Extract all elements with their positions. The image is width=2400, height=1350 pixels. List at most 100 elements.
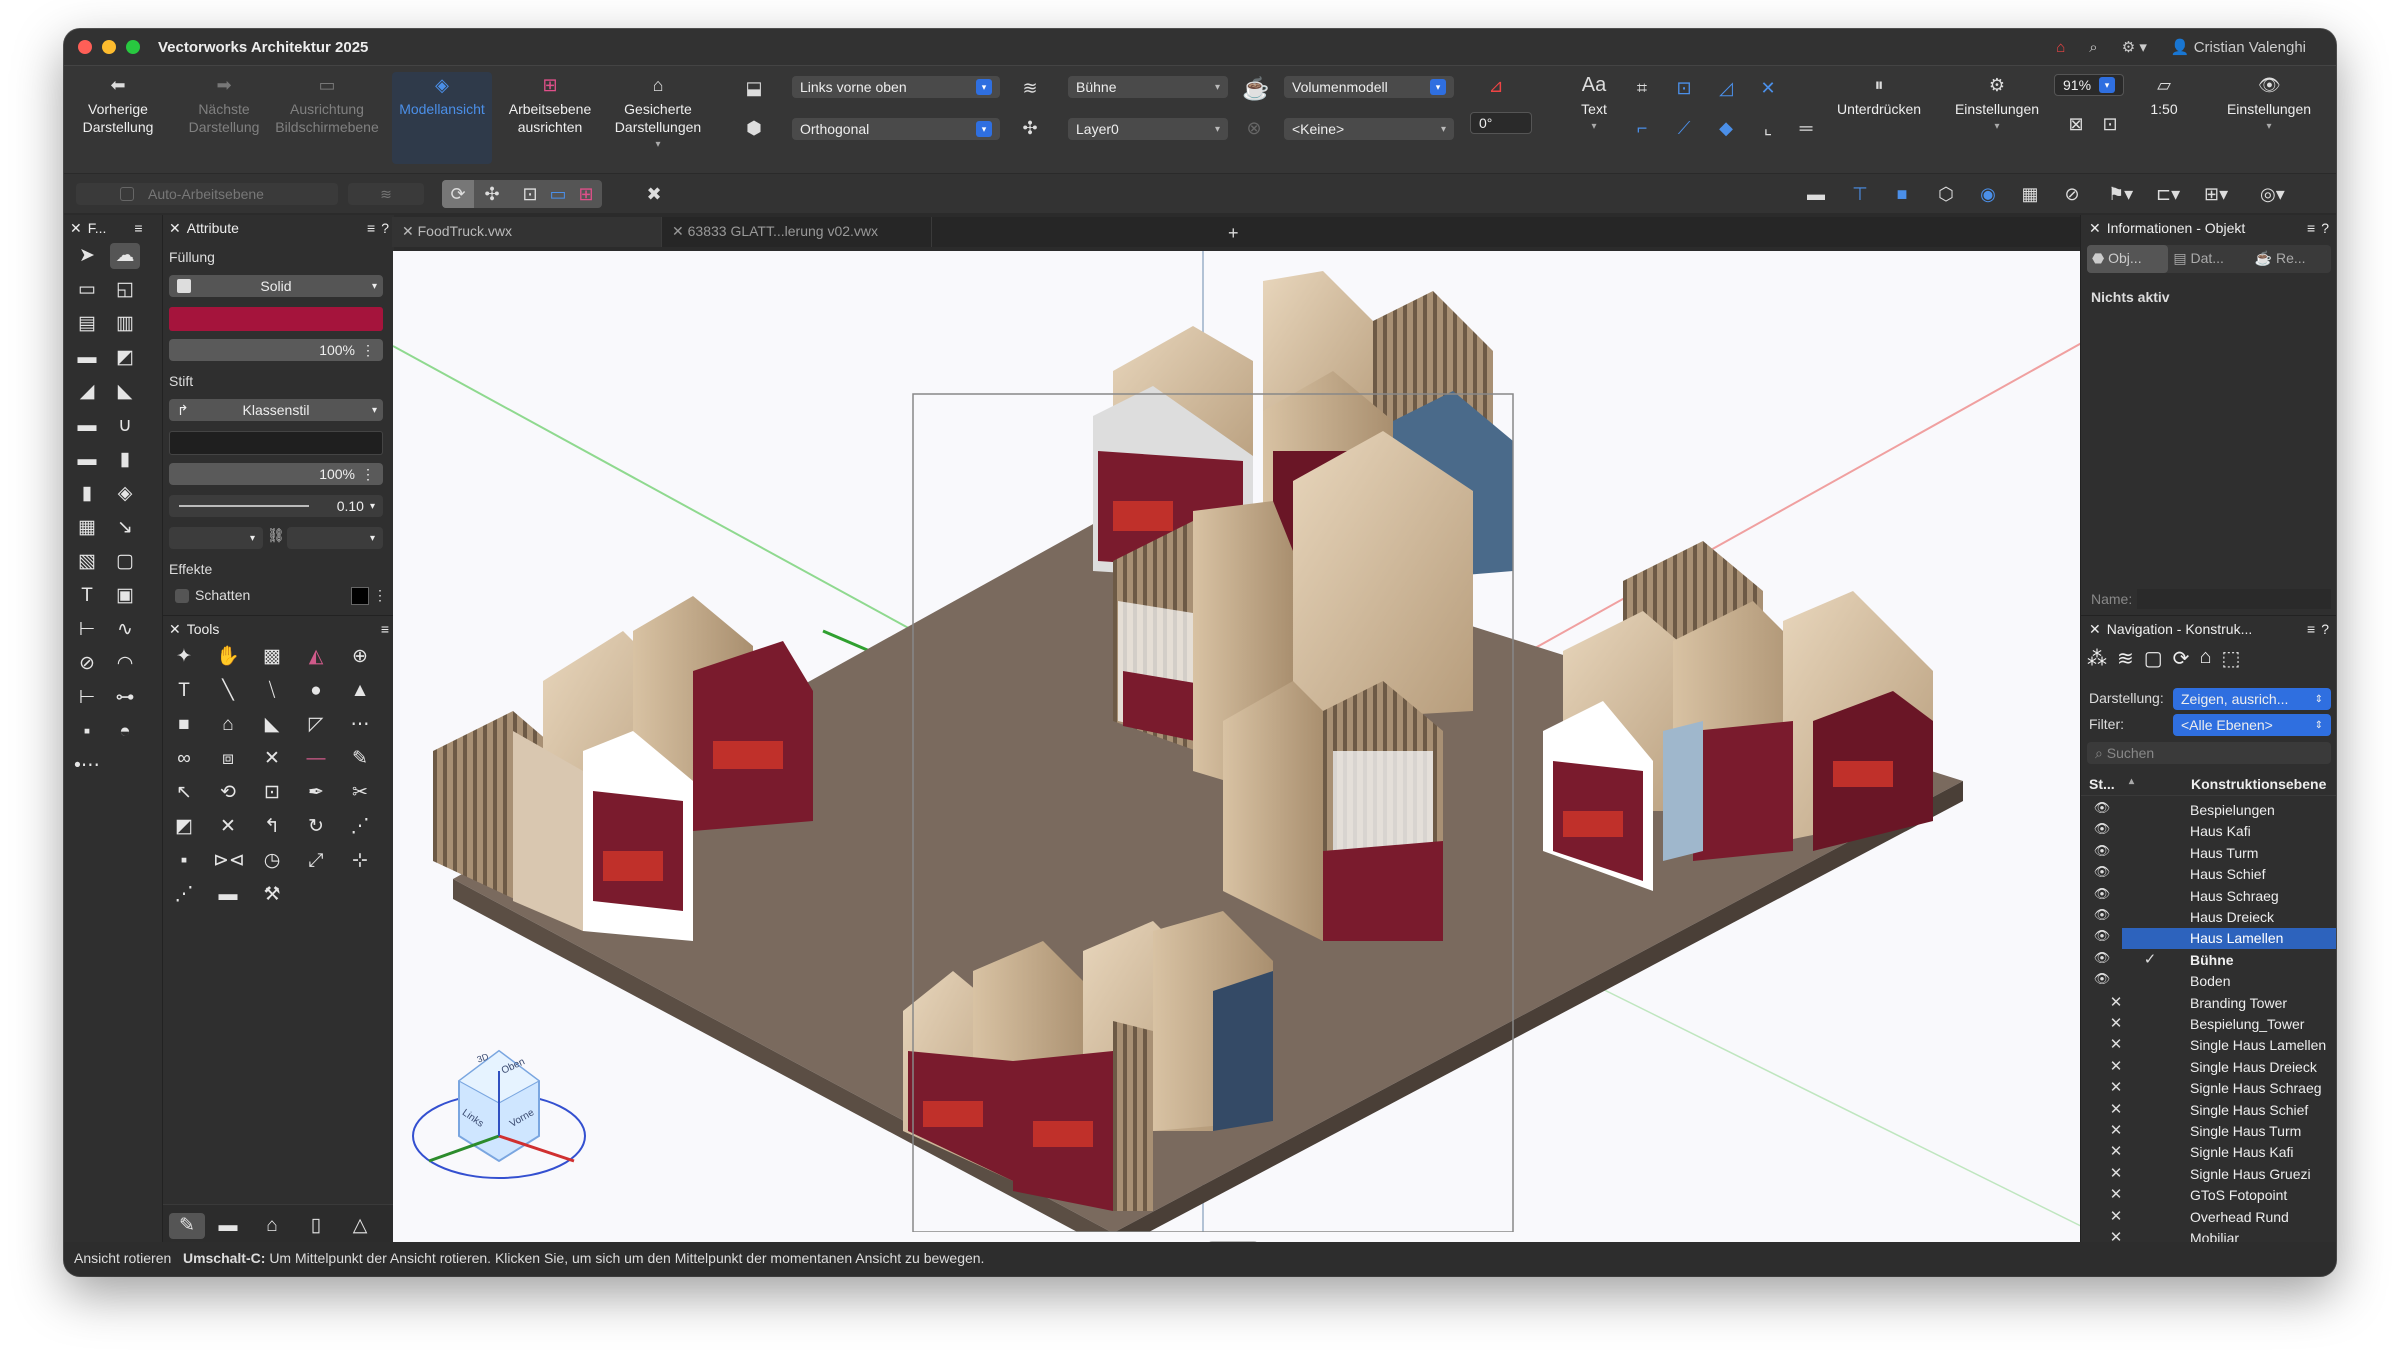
close-icon[interactable]: ✕	[2089, 621, 2101, 638]
connect-tool-icon[interactable]: ⋰	[345, 814, 375, 840]
layer-row[interactable]: Signle Haus Schraeg	[2190, 1078, 2330, 1099]
stair-tool-icon[interactable]: ▬	[72, 345, 102, 371]
view-bar-icon-11[interactable]: ◎▾	[2260, 184, 2285, 205]
point-tool-icon[interactable]: ⋯	[345, 712, 375, 738]
callout-tool-icon[interactable]: ▣	[110, 583, 140, 609]
transform-tool-icon[interactable]: ⊹	[345, 848, 375, 874]
visible-eye-icon[interactable]: 👁	[2092, 950, 2112, 971]
prev-view-button[interactable]: ⬅ Vorherige Darstellung	[68, 72, 168, 136]
furniture-toolset-icon[interactable]: ▯	[301, 1213, 331, 1239]
workplane-align-button[interactable]: ⊞ Arbeitsebene ausrichten	[500, 72, 600, 136]
more-icon[interactable]: ⋮	[373, 587, 387, 604]
site-toolset-icon[interactable]: ⌂	[257, 1213, 287, 1239]
layer-row[interactable]: Single Haus Lamellen	[2190, 1035, 2330, 1056]
layer-row[interactable]: Bespielung_Tower	[2190, 1014, 2330, 1035]
double-line-tool-icon[interactable]: ⧹	[257, 678, 287, 704]
snap-angle-icon[interactable]: ◿	[1714, 78, 1738, 99]
hidden-x-icon[interactable]: ✕	[2106, 993, 2126, 1014]
stretch-tool-icon[interactable]: ▬	[213, 882, 243, 908]
beam-tool-icon[interactable]: ◢	[72, 379, 102, 405]
slab-tool-icon[interactable]: ◱	[110, 277, 140, 303]
polygon-tool-icon[interactable]: ⌂	[213, 712, 243, 738]
eyedropper-tool-icon[interactable]: ✎	[345, 746, 375, 772]
landscape-tool-icon[interactable]: ▧	[72, 549, 102, 575]
class-select[interactable]: Bühne ▾	[1068, 76, 1228, 98]
fence-tool-icon[interactable]: ▦	[72, 515, 102, 541]
settings-button[interactable]: ⚙ Einstellungen ▾	[1944, 72, 2050, 136]
classes-icon[interactable]: ⁂	[2087, 646, 2107, 676]
triangle-tool-icon[interactable]: ▲	[345, 678, 375, 704]
layer-row[interactable]: Haus Schraeg	[2190, 886, 2330, 907]
freehand-tool-icon[interactable]: ◸	[301, 712, 331, 738]
sheet-layers-icon[interactable]: ▢	[2144, 646, 2163, 676]
hidden-x-icon[interactable]: ✕	[2106, 1078, 2126, 1099]
layer-row[interactable]: Boden	[2190, 971, 2330, 992]
attribute-tool-icon[interactable]: ⚒	[257, 882, 287, 908]
delete-tool-icon[interactable]: ✕	[257, 746, 287, 772]
fit-view-icon[interactable]: ⊠	[2064, 114, 2088, 135]
hidden-x-icon[interactable]: ✕	[2106, 1121, 2126, 1142]
status-column-header[interactable]: St...	[2089, 776, 2115, 792]
layer-row[interactable]: Single Haus Dreieck	[2190, 1057, 2330, 1078]
rectangle-tool-icon[interactable]: ■	[169, 712, 199, 738]
elevation-tool-icon[interactable]: ◓	[110, 719, 140, 745]
gear-icon[interactable]: ⚙ ▾	[2122, 38, 2147, 56]
view-dropdown[interactable]: Zeigen, ausrich... ⇕	[2173, 688, 2331, 710]
viewport-tool-icon[interactable]: ▩	[257, 644, 287, 670]
view-icon[interactable]: ⬓	[742, 78, 766, 99]
landscape-toolset-icon[interactable]: △	[345, 1213, 375, 1239]
auto-workplane-toggle[interactable]: Auto-Arbeitsebene	[76, 183, 338, 205]
hidden-x-icon[interactable]: ✕	[2106, 1057, 2126, 1078]
class-icon[interactable]: ≋	[1018, 78, 1042, 99]
arc-tool-icon[interactable]: ◠	[110, 651, 140, 677]
circle-fill-tool-icon[interactable]: ●	[301, 678, 331, 704]
snap-object-icon[interactable]: ⊡	[1672, 78, 1696, 99]
teapot-icon[interactable]: ☕	[1242, 76, 1269, 102]
pen-weight-select[interactable]: 0.10 ▾	[169, 495, 383, 517]
pen-tool-icon[interactable]: ✒	[301, 780, 331, 806]
projection-icon[interactable]: ⬢	[742, 118, 766, 139]
text-tool-icon[interactable]: T	[169, 678, 199, 704]
snap-point-icon[interactable]: ◆	[1714, 118, 1738, 139]
layer-row[interactable]: Bühne	[2190, 950, 2330, 971]
layer-select[interactable]: Layer0 ▾	[1068, 118, 1228, 140]
saved-views-icon[interactable]: ⌂	[2199, 646, 2211, 676]
section-tool-icon[interactable]: ▪	[72, 719, 102, 745]
help-icon[interactable]: ?	[2321, 621, 2329, 637]
visible-eye-icon[interactable]: 👁	[2092, 843, 2112, 864]
viewports-icon[interactable]: ⟳	[2173, 646, 2190, 676]
view-bar-icon-2[interactable]: ⊤	[1848, 184, 1872, 205]
layer-row[interactable]: Signle Haus Kafi	[2190, 1142, 2330, 1163]
fillet-tool-icon[interactable]: ◩	[169, 814, 199, 840]
hidden-x-icon[interactable]: ✕	[2106, 1100, 2126, 1121]
view-settings-button[interactable]: 👁 Einstellungen ▾	[2214, 72, 2324, 136]
menu-icon[interactable]: ≡	[367, 220, 375, 236]
zoom-tool-icon[interactable]: ⊕	[345, 644, 375, 670]
home-icon[interactable]: ⌂	[2056, 39, 2065, 56]
dimension-tool-icon[interactable]: ⊢	[72, 617, 102, 643]
tab-glatt[interactable]: ✕ 63833 GLATT...lerung v02.vwx	[662, 217, 932, 247]
fill-opacity-slider[interactable]: 100% ⋮	[169, 339, 383, 361]
pillar-tool-icon[interactable]: ▮	[110, 447, 140, 473]
layer-row[interactable]: Haus Kafi	[2190, 821, 2330, 842]
suppress-button[interactable]: ⏸ Unterdrücken	[1824, 72, 1934, 118]
scissors-tool-icon[interactable]: ✂	[345, 780, 375, 806]
polyline-tool-icon[interactable]: ∿	[110, 617, 140, 643]
view-bar-icon-4[interactable]: ⬡	[1934, 184, 1958, 205]
view-bar-icon-7[interactable]: ⊘	[2060, 184, 2084, 205]
layer-row[interactable]: Overhead Rund	[2190, 1207, 2330, 1228]
close-icon[interactable]: ✕	[169, 220, 181, 237]
view-cube[interactable]: 3D Oben Links Vorne	[409, 1041, 589, 1191]
view-bar-icon-10[interactable]: ⊞▾	[2204, 184, 2228, 205]
name-column-header[interactable]: Konstruktionsebene	[2191, 776, 2326, 792]
door-tool-icon[interactable]: ▤	[72, 311, 102, 337]
more-tools-icon[interactable]: •⋯	[72, 753, 102, 779]
view-bar-icon-5[interactable]: ◉	[1976, 184, 2000, 205]
tab-foodtruck[interactable]: ✕ FoodTruck.vwx	[392, 217, 662, 247]
tab-render[interactable]: ☕ Re...	[2250, 245, 2331, 273]
menu-icon[interactable]: ≡	[2307, 220, 2315, 236]
model-view-button[interactable]: ◈ Modellansicht	[392, 72, 492, 164]
spiral-tool-icon[interactable]: ∞	[169, 746, 199, 772]
furniture-tool-icon[interactable]: ▮	[72, 481, 102, 507]
layer-row[interactable]: Haus Schief	[2190, 864, 2330, 885]
